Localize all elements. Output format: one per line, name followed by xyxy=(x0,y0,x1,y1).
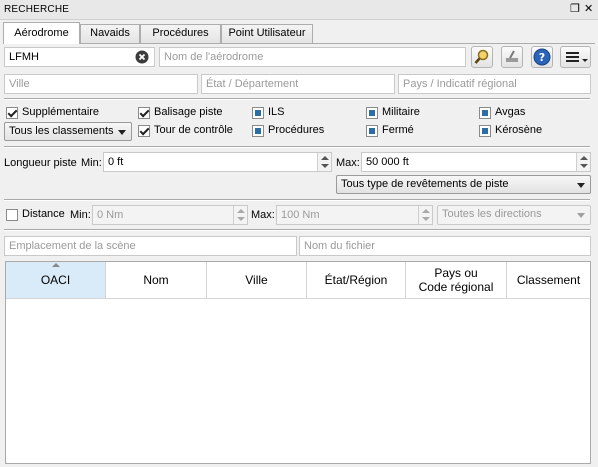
runway-max-label: Max: xyxy=(336,157,360,169)
runway-lighting-checkbox[interactable] xyxy=(138,107,150,119)
menu-button[interactable] xyxy=(560,46,591,68)
runway-length-label: Longueur piste xyxy=(4,157,77,169)
ils-label: ILS xyxy=(268,106,285,118)
chevron-down-icon xyxy=(577,183,585,188)
close-icon[interactable]: ✕ xyxy=(584,3,593,15)
tab-panel-border xyxy=(3,43,595,44)
scenery-file-input[interactable]: Nom du fichier xyxy=(299,236,591,256)
separator xyxy=(4,199,590,201)
column-header-label: Ville xyxy=(245,273,268,287)
runway-max-input[interactable]: 50 000 ft xyxy=(361,152,591,172)
control-tower-label: Tour de contrôle xyxy=(154,124,233,136)
city-input[interactable]: Ville xyxy=(4,74,198,94)
column-header-label: Code régional xyxy=(418,280,494,294)
military-checkbox[interactable] xyxy=(366,107,378,119)
column-header-city[interactable]: Ville xyxy=(207,262,307,298)
column-header-label: Pays ou xyxy=(434,266,478,280)
runway-min-input[interactable]: 0 ft xyxy=(103,152,332,172)
chevron-down-icon xyxy=(118,130,126,135)
separator xyxy=(4,229,590,231)
distance-max-label: Max: xyxy=(251,209,275,221)
window-title: RECHERCHE xyxy=(4,4,70,15)
clear-icon[interactable] xyxy=(135,50,149,64)
control-tower-checkbox[interactable] xyxy=(138,125,150,137)
state-input[interactable]: État / Département xyxy=(201,74,395,94)
icao-input[interactable]: LFMH xyxy=(4,47,155,67)
avgas-checkbox[interactable] xyxy=(479,107,491,119)
chevron-down-icon xyxy=(577,213,585,218)
tab-procedures[interactable]: Procédures xyxy=(140,24,221,43)
runway-lighting-label: Balisage piste xyxy=(154,106,223,118)
supplementary-checkbox[interactable] xyxy=(6,107,18,119)
rating-combo-value: Tous les classements xyxy=(9,125,114,137)
column-header-label: Nom xyxy=(143,273,169,287)
column-header-icao[interactable]: OACI xyxy=(6,262,106,298)
military-label: Militaire xyxy=(382,106,420,118)
aerodrome-name-input[interactable]: Nom de l'aérodrome xyxy=(159,47,466,67)
runway-min-label: Min: xyxy=(81,157,102,169)
direction-combo[interactable]: Toutes les directions xyxy=(437,205,591,225)
reset-icon xyxy=(506,50,518,62)
distance-label: Distance xyxy=(22,208,65,220)
kerosene-label: Kérosène xyxy=(495,124,543,136)
help-icon: ? xyxy=(533,48,551,66)
distance-max-value: 100 Nm xyxy=(281,209,320,221)
search-icon xyxy=(474,49,489,64)
runway-min-spinner[interactable] xyxy=(317,153,331,171)
column-header-rating[interactable]: Classement xyxy=(507,262,590,298)
country-input[interactable]: Pays / Indicatif régional xyxy=(398,74,591,94)
sort-ascending-icon xyxy=(51,263,60,267)
help-button[interactable]: ? xyxy=(531,46,553,68)
runway-min-value: 0 ft xyxy=(108,156,124,168)
column-header-state[interactable]: État/Région xyxy=(307,262,406,298)
results-table[interactable]: OACI Nom Ville État/Région Pays ou Code … xyxy=(5,261,591,464)
closed-checkbox[interactable] xyxy=(366,125,378,137)
menu-icon xyxy=(566,52,588,62)
distance-min-value: 0 Nm xyxy=(97,209,124,221)
surface-combo[interactable]: Tous type de revêtements de piste xyxy=(336,175,591,194)
reset-button[interactable] xyxy=(501,46,523,68)
column-header-label: OACI xyxy=(40,273,71,287)
avgas-label: Avgas xyxy=(495,106,526,118)
distance-max-input[interactable]: 100 Nm xyxy=(276,205,433,225)
rating-combo[interactable]: Tous les classements xyxy=(4,122,132,141)
search-button[interactable] xyxy=(471,46,493,68)
table-header: OACI Nom Ville État/Région Pays ou Code … xyxy=(6,262,590,299)
column-header-name[interactable]: Nom xyxy=(106,262,207,298)
procedures-label: Procédures xyxy=(268,124,325,136)
runway-max-spinner[interactable] xyxy=(576,153,590,171)
title-bar: RECHERCHE ❐ ✕ xyxy=(0,0,598,20)
supplementary-label: Supplémentaire xyxy=(22,106,100,118)
icao-input-value: LFMH xyxy=(9,51,39,63)
tab-aerodrome[interactable]: Aérodrome xyxy=(3,22,80,44)
column-header-label: Classement xyxy=(516,273,581,287)
ils-checkbox[interactable] xyxy=(252,107,264,119)
distance-min-spinner[interactable] xyxy=(233,206,247,224)
distance-min-input[interactable]: 0 Nm xyxy=(92,205,248,225)
separator xyxy=(4,98,590,100)
separator xyxy=(4,146,590,148)
scenery-location-input[interactable]: Emplacement de la scène xyxy=(4,236,297,256)
closed-label: Fermé xyxy=(382,124,414,136)
undock-icon[interactable]: ❐ xyxy=(570,3,580,15)
column-header-country[interactable]: Pays ou Code régional xyxy=(406,262,507,298)
distance-checkbox[interactable] xyxy=(6,209,18,221)
surface-combo-value: Tous type de revêtements de piste xyxy=(341,178,509,190)
svg-text:?: ? xyxy=(539,51,545,64)
distance-min-label: Min: xyxy=(70,209,91,221)
column-header-label: État/Région xyxy=(324,273,388,287)
procedures-checkbox[interactable] xyxy=(252,125,264,137)
kerosene-checkbox[interactable] xyxy=(479,125,491,137)
distance-max-spinner[interactable] xyxy=(418,206,432,224)
tab-user-point[interactable]: Point Utilisateur xyxy=(221,24,313,43)
tab-navaids[interactable]: Navaids xyxy=(80,24,140,43)
runway-max-value: 50 000 ft xyxy=(366,156,409,168)
direction-combo-value: Toutes les directions xyxy=(442,208,542,220)
